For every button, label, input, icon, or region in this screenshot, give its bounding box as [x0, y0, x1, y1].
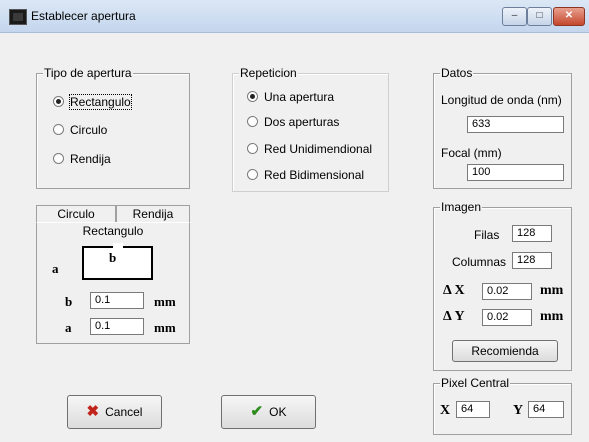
tab-circulo[interactable]: Circulo — [36, 205, 116, 223]
radio-icon — [53, 124, 64, 135]
tipo-apertura-legend: Tipo de apertura — [43, 66, 133, 80]
b-input[interactable]: 0.1 — [90, 292, 144, 309]
delta-y-input[interactable]: 0.02 — [482, 309, 532, 326]
delta-x-unit: mm — [540, 283, 564, 298]
window-title: Establecer apertura — [31, 9, 136, 23]
tab-rectangulo-title: Rectangulo — [82, 224, 144, 238]
radio-dos-aperturas[interactable]: Dos aperturas — [247, 115, 339, 129]
pixel-y-label: Y — [513, 403, 524, 418]
maximize-button[interactable]: □ — [527, 7, 552, 26]
title-bar: Establecer apertura – □ ✕ — [0, 0, 589, 33]
radio-rendija[interactable]: Rendija — [53, 152, 111, 166]
radio-circulo[interactable]: Circulo — [53, 123, 107, 137]
repeticion-legend: Repeticion — [239, 66, 298, 80]
a-unit: mm — [154, 320, 176, 335]
minimize-button[interactable]: – — [502, 7, 527, 26]
diagram-a-label: a — [52, 261, 59, 276]
app-icon — [9, 9, 27, 25]
check-icon: ✔ — [250, 403, 264, 420]
close-button[interactable]: ✕ — [553, 7, 585, 26]
delta-y-label: Δ Y — [443, 309, 465, 324]
pixel-x-label: X — [440, 403, 451, 418]
radio-rectangulo[interactable]: Rectangulo — [53, 94, 132, 110]
radio-selected-icon — [247, 91, 258, 102]
radio-icon — [53, 153, 64, 164]
filas-input[interactable]: 128 — [512, 225, 552, 242]
radio-selected-icon — [53, 96, 64, 107]
filas-label: Filas — [474, 228, 500, 242]
recomienda-button[interactable]: Recomienda — [452, 340, 558, 362]
focal-label: Focal (mm) — [441, 146, 502, 160]
columnas-input[interactable]: 128 — [512, 252, 552, 269]
diagram-b-label: b — [109, 250, 117, 265]
ok-button[interactable]: ✔ OK — [221, 395, 316, 429]
radio-icon — [247, 143, 258, 154]
aperture-diagram — [82, 246, 153, 280]
delta-x-label: Δ X — [443, 283, 465, 298]
tab-rendija[interactable]: Rendija — [116, 205, 190, 223]
delta-y-unit: mm — [540, 309, 564, 324]
wavelength-input[interactable]: 633 — [467, 116, 564, 133]
pixel-x-input[interactable]: 64 — [456, 401, 490, 418]
columnas-label: Columnas — [452, 255, 507, 269]
radio-red-bidimensional[interactable]: Red Bidimensional — [247, 168, 364, 182]
imagen-legend: Imagen — [440, 200, 483, 214]
b-unit: mm — [154, 294, 176, 309]
datos-legend: Datos — [440, 66, 474, 80]
focal-input[interactable]: 100 — [467, 164, 564, 181]
pixel-central-legend: Pixel Central — [440, 376, 511, 390]
cancel-button[interactable]: ✖ Cancel — [67, 395, 162, 429]
cancel-x-icon: ✖ — [86, 403, 100, 420]
radio-icon — [247, 169, 258, 180]
pixel-y-input[interactable]: 64 — [528, 401, 564, 418]
radio-icon — [247, 116, 258, 127]
wavelength-label: Longitud de onda (nm) — [441, 93, 562, 107]
radio-una-apertura[interactable]: Una apertura — [247, 90, 334, 104]
delta-x-input[interactable]: 0.02 — [482, 283, 532, 300]
a-label: a — [65, 320, 72, 335]
b-label: b — [65, 294, 73, 309]
radio-red-unidimensional[interactable]: Red Unidimendional — [247, 142, 372, 156]
a-input[interactable]: 0.1 — [90, 318, 144, 335]
diagram-gap — [113, 243, 123, 249]
